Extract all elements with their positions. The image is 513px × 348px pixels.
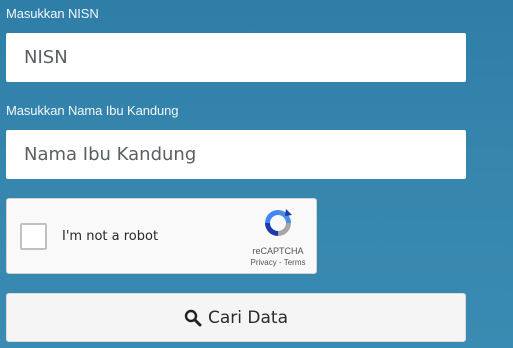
recaptcha-logo-icon [265, 209, 292, 236]
mother-name-placeholder: Nama Ibu Kandung [24, 144, 197, 165]
nisn-placeholder: NISN [24, 47, 68, 68]
nisn-label: Masukkan NISN [6, 6, 99, 21]
search-button-label: Cari Data [208, 307, 288, 328]
recaptcha-brand: reCAPTCHA [252, 246, 304, 256]
recaptcha-label: I'm not a robot [62, 229, 159, 244]
nisn-input[interactable]: NISN [6, 33, 466, 82]
recaptcha-widget: I'm not a robot reCAPTCHA Privacy - Term… [6, 198, 317, 274]
recaptcha-links[interactable]: Privacy - Terms [242, 258, 314, 267]
search-button[interactable]: Cari Data [6, 293, 466, 342]
mother-name-label: Masukkan Nama Ibu Kandung [6, 103, 179, 118]
search-icon [184, 309, 202, 326]
recaptcha-checkbox[interactable] [20, 223, 47, 250]
mother-name-input[interactable]: Nama Ibu Kandung [6, 130, 466, 179]
